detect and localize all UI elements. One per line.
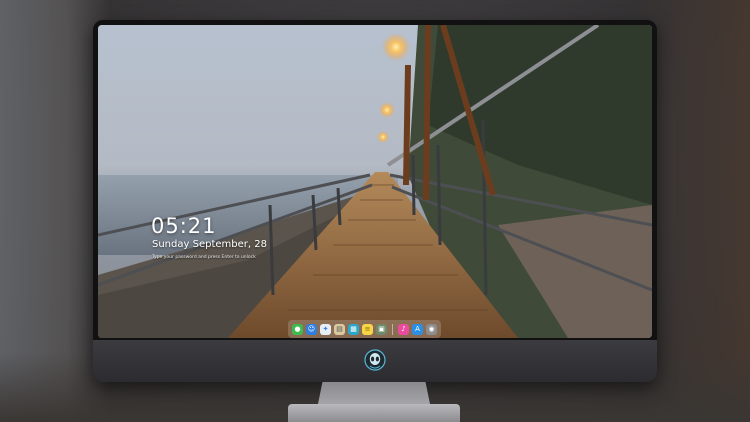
music-note-icon[interactable]: ♪ bbox=[398, 323, 409, 335]
lockscreen-date: Sunday September, 28 bbox=[152, 239, 267, 250]
wallpaper-image bbox=[98, 25, 652, 338]
monitor-stand-base bbox=[288, 404, 460, 422]
image-capture-icon[interactable]: ▣ bbox=[376, 323, 387, 335]
lockscreen-hint: Type your password and press Enter to un… bbox=[152, 255, 256, 260]
finder-icon[interactable]: ☺ bbox=[306, 323, 317, 335]
alien-logo-icon bbox=[364, 349, 386, 371]
preview-icon[interactable]: ▤ bbox=[334, 323, 345, 335]
lockscreen-clock: 05:21 bbox=[151, 214, 217, 238]
desktop-screen[interactable]: 05:21 Sunday September, 28 Type your pas… bbox=[98, 25, 652, 338]
dock-separator bbox=[392, 323, 393, 335]
compass-icon[interactable]: ✦ bbox=[320, 323, 331, 335]
dock: ● ☺ ✦ ▤ ▦ ≡ ▣ ♪ A ◉ bbox=[288, 320, 441, 338]
notes-icon[interactable]: ≡ bbox=[362, 323, 373, 335]
camera-icon[interactable]: ◉ bbox=[426, 323, 437, 335]
app-store-icon[interactable]: A bbox=[412, 323, 423, 335]
chat-bubble-icon[interactable]: ● bbox=[292, 323, 303, 335]
monitor-stand-neck bbox=[318, 382, 430, 404]
monitor-chin bbox=[93, 340, 657, 382]
clapper-icon[interactable]: ▦ bbox=[348, 323, 359, 335]
monitor-frame: 05:21 Sunday September, 28 Type your pas… bbox=[93, 20, 657, 382]
